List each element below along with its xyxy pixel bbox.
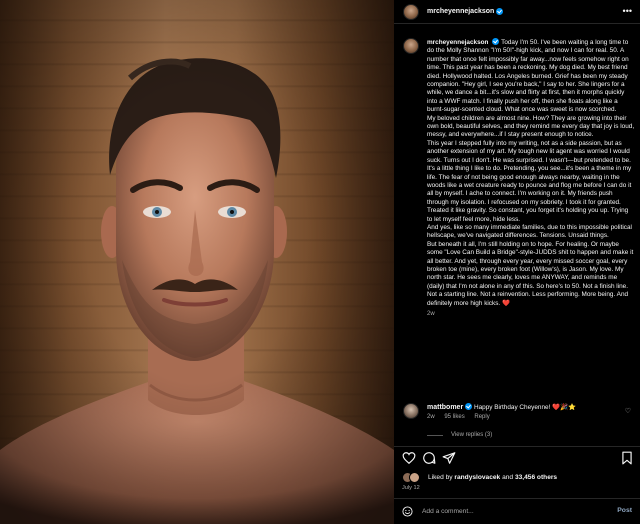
heart-outline-icon[interactable]: ♡ <box>625 407 631 415</box>
caption-avatar[interactable] <box>403 38 419 54</box>
add-comment-bar: Post <box>394 499 640 524</box>
verified-badge-icon <box>492 38 500 45</box>
post-detail-panel: mrcheyennejackson ••• mrcheyennejackson … <box>394 0 640 524</box>
send-icon[interactable] <box>442 451 456 465</box>
likes-count[interactable]: 33,456 others <box>515 474 557 481</box>
reply-button[interactable]: Reply <box>474 414 489 420</box>
comment-likes[interactable]: 95 likes <box>444 414 464 420</box>
smiley-icon[interactable] <box>402 506 413 517</box>
caption-paragraph: My beloved children are almost nine. How… <box>427 114 635 139</box>
caption-paragraph: And yes, like so many immediate families… <box>427 223 632 240</box>
bookmark-icon[interactable] <box>620 451 634 465</box>
post-photo[interactable] <box>0 0 394 524</box>
caption-paragraph: Today I'm 50. I've been waiting a long t… <box>427 39 629 114</box>
photo-vignette <box>0 0 394 524</box>
likes-summary: Liked by randyslovacek and 33,456 others <box>402 472 557 483</box>
comment-avatar[interactable] <box>403 403 419 419</box>
post-caption: mrcheyennejackson Today I'm 50. I've bee… <box>403 38 635 317</box>
view-replies-button[interactable]: View replies (3) <box>427 432 492 438</box>
divider <box>394 446 640 447</box>
comment-text: Happy Birthday Cheyenne! ❤️🎉⭐ <box>473 404 576 411</box>
post-comment-button[interactable]: Post <box>617 507 632 514</box>
caption-paragraph: But beneath it all, I'm still holding on… <box>427 240 634 307</box>
caption-text: mrcheyennejackson Today I'm 50. I've bee… <box>427 38 635 308</box>
caption-paragraph: This year I stepped fully into my writin… <box>427 139 632 223</box>
post-header: mrcheyennejackson ••• <box>394 0 640 24</box>
avatar <box>409 472 420 483</box>
caption-username[interactable]: mrcheyennejackson <box>427 39 488 46</box>
liker-avatars <box>402 472 424 483</box>
avatar[interactable] <box>403 3 419 20</box>
post-username[interactable]: mrcheyennejackson <box>427 8 494 15</box>
replies-divider-line <box>427 434 443 436</box>
verified-badge-icon <box>496 8 504 15</box>
comment-item: mattbomer Happy Birthday Cheyenne! ❤️🎉⭐ … <box>403 403 635 420</box>
comment-input[interactable] <box>422 508 602 515</box>
post-date: July 12 <box>402 485 420 491</box>
likes-middle: and <box>502 474 514 481</box>
liked-by-user[interactable]: randyslovacek <box>454 474 500 481</box>
comment-username[interactable]: mattbomer <box>427 404 463 411</box>
caption-timestamp: 2w <box>427 311 435 317</box>
action-bar <box>402 451 634 467</box>
comment-timestamp: 2w <box>427 414 435 421</box>
verified-badge-icon <box>465 403 473 410</box>
more-horizontal-icon[interactable]: ••• <box>623 6 632 16</box>
heart-icon[interactable] <box>402 451 416 465</box>
view-replies-label: View replies (3) <box>451 432 493 438</box>
likes-prefix: Liked by <box>428 474 453 481</box>
comment-icon[interactable] <box>422 451 436 465</box>
